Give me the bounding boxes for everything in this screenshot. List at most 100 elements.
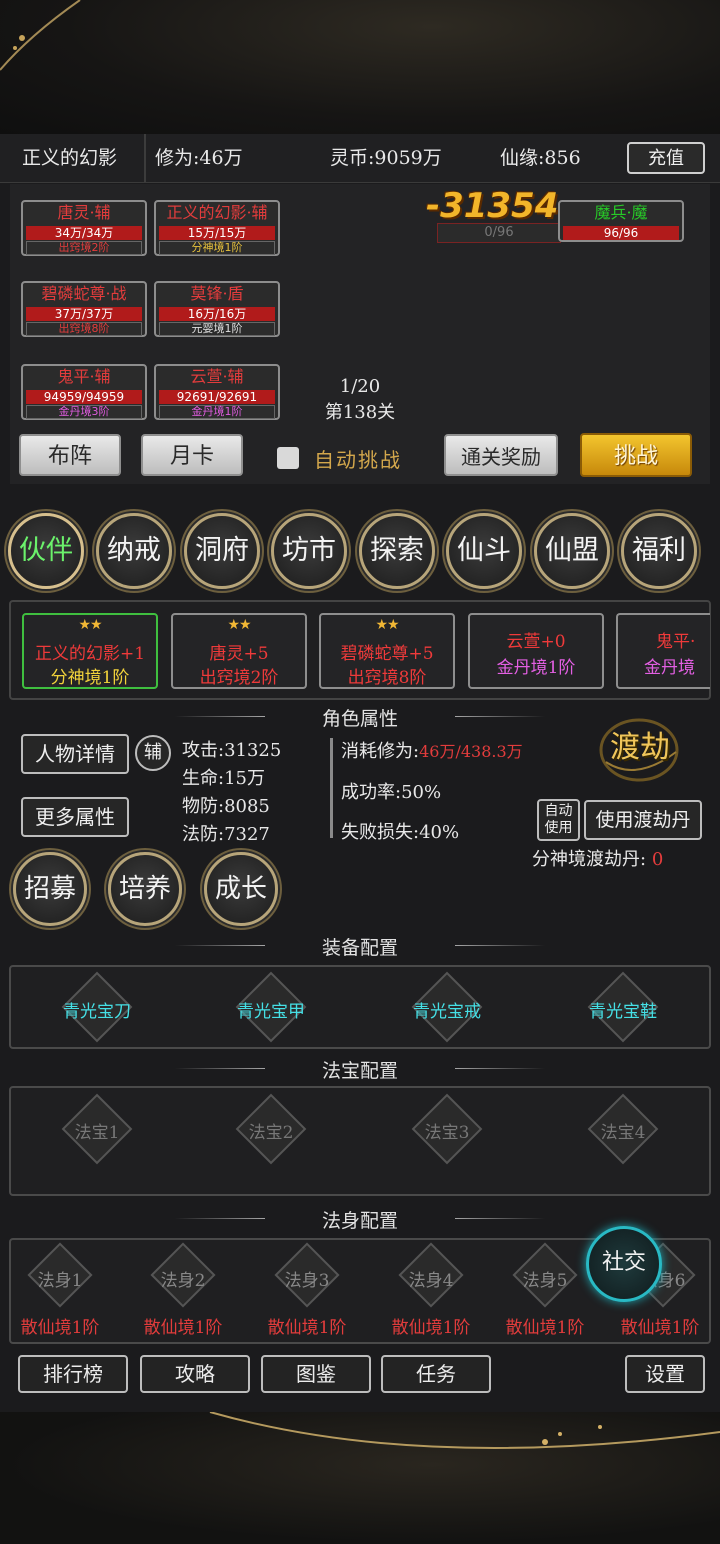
treasure-slot-2[interactable]: 法宝2 (211, 1118, 331, 1143)
divider-line (455, 716, 545, 717)
partner-realm: 金丹境1阶 (496, 658, 576, 678)
social-button[interactable]: 社交 (586, 1226, 662, 1302)
tribulation-pill-count: 分神境渡劫丹: 0 (532, 845, 663, 871)
unit-name: 唐灵·辅 (57, 203, 111, 222)
cost-label: 消耗修为: (341, 741, 420, 762)
menu-arena[interactable]: 仙斗 (446, 513, 522, 589)
codex-button[interactable]: 图鉴 (261, 1355, 371, 1393)
formation-button[interactable]: 布阵 (19, 434, 121, 476)
ally-unit-6[interactable]: 云萱·辅 92691/92691 金丹境1阶 (154, 364, 280, 420)
pill-count: 0 (651, 849, 664, 870)
unit-name: 碧磷蛇尊·战 (41, 284, 127, 303)
ally-unit-4[interactable]: 莫锋·盾 16万/16万 元婴境1阶 (154, 281, 280, 337)
body-slot-2[interactable]: 法身2 (123, 1266, 243, 1291)
tribulation-button[interactable]: 渡劫 (598, 722, 682, 766)
body-slot-1[interactable]: 法身1 (0, 1266, 120, 1291)
body-slot-4[interactable]: 法身4 (371, 1266, 491, 1291)
partner-realm: 金丹境 (644, 658, 695, 678)
menu-explore[interactable]: 探索 (359, 513, 435, 589)
body-realm-6: 散仙境1阶 (620, 1318, 700, 1338)
gold-decoration-bottom (209, 1412, 720, 1449)
ally-unit-5[interactable]: 鬼平·辅 94959/94959 金丹境3阶 (21, 364, 147, 420)
enemy-target-bar: 0/96 (437, 223, 561, 243)
body-realm-5: 散仙境1阶 (505, 1318, 585, 1338)
unit-hp-bar: 34万/34万 (26, 226, 142, 240)
partner-realm: 分神境1阶 (50, 668, 130, 688)
cultivation-value: 修为:46万 (155, 147, 243, 169)
attack-stat: 攻击:31325 (182, 740, 282, 761)
divider-line (455, 945, 545, 946)
fate-value: 仙缘:856 (500, 147, 581, 169)
challenge-button[interactable]: 挑战 (580, 433, 692, 477)
menu-ring[interactable]: 纳戒 (96, 513, 172, 589)
menu-market[interactable]: 坊市 (271, 513, 347, 589)
physical-defense-stat: 物防:8085 (182, 796, 270, 817)
cost-value: 46万/438.3万 (419, 742, 523, 761)
settings-button[interactable]: 设置 (625, 1355, 705, 1393)
equipment-slot-3[interactable]: 青光宝戒 (387, 997, 507, 1022)
body-realm-4: 散仙境1阶 (391, 1318, 471, 1338)
partner-name: 碧磷蛇尊+5 (340, 644, 434, 664)
ally-unit-3[interactable]: 碧磷蛇尊·战 37万/37万 出窍境8阶 (21, 281, 147, 337)
unit-hp-bar: 92691/92691 (159, 390, 275, 404)
unit-hp-bar: 16万/16万 (159, 307, 275, 321)
equipment-slot-2[interactable]: 青光宝甲 (211, 997, 331, 1022)
auto-challenge-checkbox[interactable] (277, 447, 299, 469)
ally-unit-2[interactable]: 正义的幻影·辅 15万/15万 分神境1阶 (154, 200, 280, 256)
more-attributes-button[interactable]: 更多属性 (21, 797, 129, 837)
unit-rank: 金丹境3阶 (26, 405, 142, 419)
ranking-button[interactable]: 排行榜 (18, 1355, 128, 1393)
unit-rank: 出窍境8阶 (26, 322, 142, 336)
character-detail-button[interactable]: 人物详情 (21, 734, 129, 774)
unit-hp-bar: 94959/94959 (26, 390, 142, 404)
treasure-slot-1[interactable]: 法宝1 (37, 1118, 157, 1143)
body-realm-1: 散仙境1阶 (20, 1318, 100, 1338)
enemy-unit[interactable]: 魔兵·魔 96/96 (558, 200, 684, 242)
auto-use-toggle[interactable]: 自动使用 (537, 799, 580, 841)
unit-name: 云萱·辅 (190, 367, 244, 386)
magic-defense-stat: 法防:7327 (182, 824, 270, 845)
train-button[interactable]: 培养 (108, 852, 182, 926)
partner-realm: 出窍境8阶 (347, 668, 427, 688)
treasure-title: 法宝配置 (321, 1060, 398, 1082)
equipment-title: 装备配置 (321, 937, 398, 959)
partner-name: 正义的幻影+1 (34, 644, 146, 664)
equipment-slot-4[interactable]: 青光宝鞋 (563, 997, 683, 1022)
life-stat: 生命:15万 (182, 768, 265, 789)
menu-cave[interactable]: 洞府 (184, 513, 260, 589)
treasure-slot-4[interactable]: 法宝4 (563, 1118, 683, 1143)
growth-button[interactable]: 成长 (204, 852, 278, 926)
treasure-slot-3[interactable]: 法宝3 (387, 1118, 507, 1143)
menu-welfare[interactable]: 福利 (621, 513, 697, 589)
wave-count: 1/20 (339, 376, 381, 397)
star-icon: ★★ (227, 617, 251, 633)
enemy-name: 魔兵·魔 (594, 203, 648, 222)
unit-rank: 分神境1阶 (159, 241, 275, 255)
monthly-card-button[interactable]: 月卡 (141, 434, 243, 476)
partner-card-1[interactable]: ★★ 正义的幻影+1 分神境1阶 (22, 613, 158, 689)
menu-alliance[interactable]: 仙盟 (534, 513, 610, 589)
body-slot-3[interactable]: 法身3 (247, 1266, 367, 1291)
use-tribulation-pill-button[interactable]: 使用渡劫丹 (584, 800, 702, 840)
menu-partner[interactable]: 伙伴 (8, 513, 84, 589)
recharge-button[interactable]: 充值 (627, 142, 705, 174)
top-status-bar: 正义的幻影 修为:46万 灵币:9059万 仙缘:856 充值 (0, 134, 720, 183)
equipment-slot-1[interactable]: 青光宝刀 (37, 997, 157, 1022)
partner-card-5[interactable]: 鬼平· 金丹境 (616, 613, 710, 689)
partner-realm: 出窍境2阶 (199, 668, 279, 688)
wave-indicator: 1/20 第138关 (300, 374, 420, 426)
guide-button[interactable]: 攻略 (140, 1355, 250, 1393)
divider (144, 134, 146, 182)
role-tag-badge: 辅 (135, 735, 171, 771)
enemy-hp-bar: 96/96 (563, 226, 679, 240)
auto-challenge-label[interactable]: 自动挑战 (314, 444, 402, 473)
unit-rank: 元婴境1阶 (159, 322, 275, 336)
recruit-button[interactable]: 招募 (13, 852, 87, 926)
body-realm-2: 散仙境1阶 (143, 1318, 223, 1338)
partner-card-3[interactable]: ★★ 碧磷蛇尊+5 出窍境8阶 (319, 613, 455, 689)
partner-card-2[interactable]: ★★ 唐灵+5 出窍境2阶 (171, 613, 307, 689)
partner-card-4[interactable]: 云萱+0 金丹境1阶 (468, 613, 604, 689)
ally-unit-1[interactable]: 唐灵·辅 34万/34万 出窍境2阶 (21, 200, 147, 256)
clear-reward-button[interactable]: 通关奖励 (444, 434, 558, 476)
task-button[interactable]: 任务 (381, 1355, 491, 1393)
